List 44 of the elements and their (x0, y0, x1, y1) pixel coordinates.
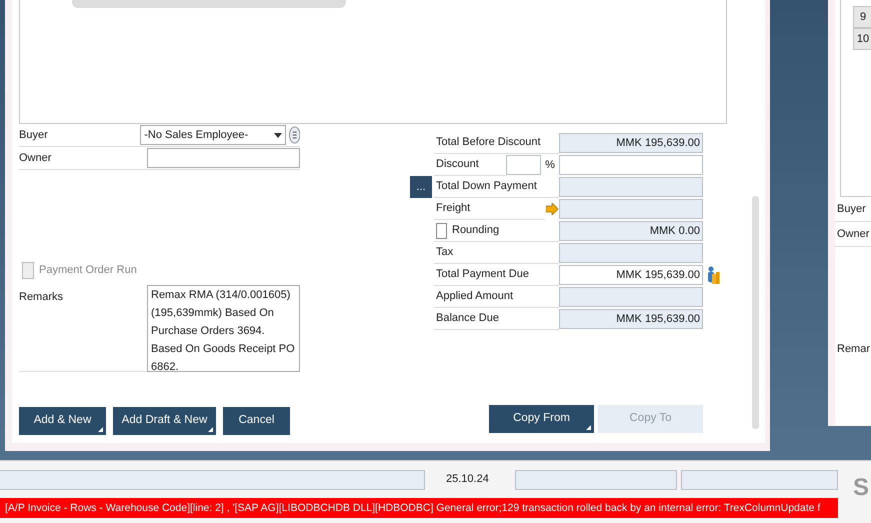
field-label: Buyer (835, 197, 871, 222)
field-label: Applied Amount (436, 289, 514, 304)
action-button[interactable]: Add & New (19, 407, 106, 435)
field-label: Tax (436, 245, 454, 260)
action-button: Copy To (598, 405, 703, 433)
scrollbar[interactable] (752, 196, 759, 429)
remarks-field[interactable]: Remax RMA (314/0.001605)(195,639mmk) Based On Purchase Orders 3694. Based On Goods Receipt PO 6862. (147, 285, 300, 372)
buyer-dropdown[interactable]: -No Sales Employee- (140, 125, 286, 145)
row-number: 9 (853, 6, 871, 28)
arrow-icon[interactable] (546, 203, 558, 215)
amount-field: MMK 195,639.00 (559, 309, 703, 329)
error-message: [A/P Invoice - Rows - Warehouse Code][line: 2] , '[SAP AG][LIBODBCHDB DLL][HDBODBC] General error;129 transaction rolled back by an internal error: TrexColumnUpdate f (0, 498, 838, 518)
list-icon[interactable] (288, 126, 300, 144)
percent-field[interactable] (506, 155, 541, 175)
amount-field: MMK 0.00 (559, 221, 703, 241)
field-label: Balance Due (436, 311, 499, 326)
field-label: Total Payment Due (436, 267, 529, 282)
field-label: Total Before Discount (436, 135, 541, 150)
action-button[interactable]: Copy From (489, 405, 594, 433)
coins-icon[interactable] (706, 265, 720, 285)
status-date: 25.10.24 (446, 472, 489, 487)
field-label: Rounding (452, 223, 500, 238)
field-label: Buyer (19, 128, 49, 143)
amount-field[interactable]: MMK 195,639.00 (559, 265, 703, 285)
field-label: Owner (19, 150, 52, 166)
logo-text: S (853, 473, 870, 503)
field-label: Remarks (19, 290, 64, 305)
more-button[interactable]: ... (410, 176, 432, 198)
checkbox[interactable] (436, 222, 447, 238)
field-label: Total Down Payment (436, 179, 537, 194)
amount-field[interactable] (559, 155, 703, 175)
percent-label: % (544, 158, 556, 173)
row-number: 10 (853, 28, 871, 50)
action-button[interactable]: Add Draft & New (113, 407, 216, 435)
field-label: Remar (836, 342, 871, 357)
owner-field[interactable] (147, 148, 300, 168)
action-button[interactable]: Cancel (223, 407, 290, 435)
field-label: Freight (436, 201, 470, 216)
caret-icon (274, 132, 282, 138)
checkbox-label: Payment Order Run (39, 262, 137, 278)
scroll-handle[interactable] (72, 0, 346, 8)
field-label: Owner (835, 222, 871, 247)
field-label: Discount (436, 157, 479, 172)
amount-field: MMK 195,639.00 (559, 133, 703, 153)
